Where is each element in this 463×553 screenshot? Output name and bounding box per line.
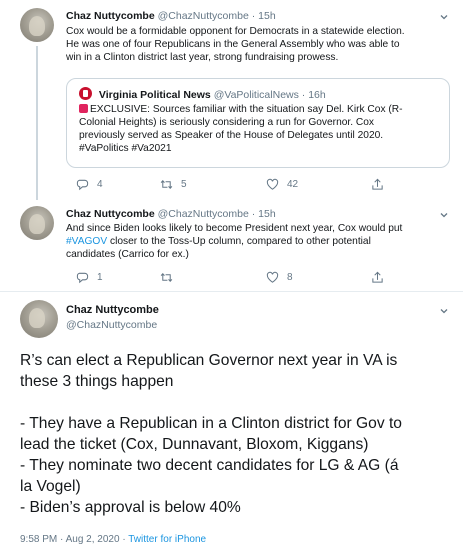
thread-connector bbox=[36, 46, 38, 200]
share-icon bbox=[372, 178, 383, 190]
quoted-author-name: Virginia Political News bbox=[98, 89, 211, 101]
author-name[interactable]: Chaz Nuttycombe bbox=[66, 208, 155, 220]
tweet-actions: 1 8 bbox=[66, 270, 446, 284]
tweet-meta: Chaz Nuttycombe @ChazNuttycombe · 15h bbox=[66, 208, 276, 220]
avatar[interactable] bbox=[20, 206, 54, 240]
tweet-text: And since Biden looks likely to become P… bbox=[66, 223, 403, 260]
heart-icon bbox=[266, 271, 279, 283]
retweet-button[interactable] bbox=[160, 270, 181, 284]
reply-button[interactable]: 1 bbox=[76, 270, 103, 284]
like-count: 42 bbox=[287, 178, 299, 190]
retweet-icon bbox=[160, 179, 173, 189]
tweet-text: Cox would be a formidable opponent for D… bbox=[66, 26, 405, 63]
reply-count: 1 bbox=[97, 271, 103, 283]
main-author-name[interactable]: Chaz Nuttycombe bbox=[66, 304, 159, 316]
heart-icon bbox=[266, 178, 279, 190]
hashtag-link[interactable]: #VAGOV bbox=[66, 236, 107, 247]
quoted-tweet-time: 16h bbox=[308, 89, 326, 101]
share-icon bbox=[372, 271, 383, 283]
author-handle[interactable]: @ChazNuttycombe bbox=[158, 10, 249, 22]
chevron-down-icon[interactable] bbox=[439, 306, 449, 316]
chevron-down-icon[interactable] bbox=[439, 210, 449, 220]
quoted-author-handle: @VaPoliticalNews bbox=[213, 89, 299, 101]
tweet-timestamp-footer: 9:58 PM · Aug 2, 2020 · Twitter for iPho… bbox=[20, 534, 207, 545]
reply-count: 4 bbox=[97, 178, 103, 190]
tweet-2[interactable]: Chaz Nuttycombe @ChazNuttycombe · 15h An… bbox=[0, 200, 463, 292]
share-button[interactable] bbox=[371, 270, 384, 284]
main-author-handle[interactable]: @ChazNuttycombe bbox=[66, 319, 157, 331]
like-count: 8 bbox=[287, 271, 293, 283]
like-button[interactable]: 42 bbox=[266, 177, 298, 191]
reply-button[interactable]: 4 bbox=[76, 177, 103, 191]
reply-icon bbox=[76, 179, 89, 190]
virginia-political-news-logo-icon bbox=[79, 87, 92, 100]
author-handle[interactable]: @ChazNuttycombe bbox=[158, 208, 249, 220]
tweet-date[interactable]: Aug 2, 2020 bbox=[66, 534, 120, 545]
chevron-down-icon[interactable] bbox=[439, 12, 449, 22]
quoted-tweet[interactable]: Virginia Political News @VaPoliticalNews… bbox=[66, 78, 450, 168]
tweet-actions: 4 5 42 bbox=[66, 177, 446, 191]
tweet-meta: Chaz Nuttycombe @ChazNuttycombe · 15h bbox=[66, 10, 276, 22]
siren-icon bbox=[79, 104, 88, 113]
divider bbox=[0, 291, 463, 292]
tweet-time[interactable]: 9:58 PM bbox=[20, 534, 57, 545]
reply-icon bbox=[76, 272, 89, 283]
author-name[interactable]: Chaz Nuttycombe bbox=[66, 10, 155, 22]
retweet-button[interactable]: 5 bbox=[160, 177, 187, 191]
tweet-source-link[interactable]: Twitter for iPhone bbox=[128, 534, 206, 545]
tweet-time[interactable]: 15h bbox=[258, 208, 276, 220]
retweet-count: 5 bbox=[181, 178, 187, 190]
quoted-tweet-meta: Virginia Political News @VaPoliticalNews… bbox=[79, 87, 326, 101]
retweet-icon bbox=[160, 272, 173, 282]
like-button[interactable]: 8 bbox=[266, 270, 293, 284]
tweet-time[interactable]: 15h bbox=[258, 10, 276, 22]
share-button[interactable] bbox=[371, 177, 384, 191]
main-avatar[interactable] bbox=[20, 300, 58, 338]
main-tweet-text: R’s can elect a Republican Governor next… bbox=[20, 352, 402, 516]
tweet-1[interactable]: Chaz Nuttycombe @ChazNuttycombe · 15h Co… bbox=[0, 0, 463, 200]
avatar[interactable] bbox=[20, 8, 54, 42]
quoted-tweet-text: EXCLUSIVE: Sources familiar with the sit… bbox=[79, 104, 403, 154]
